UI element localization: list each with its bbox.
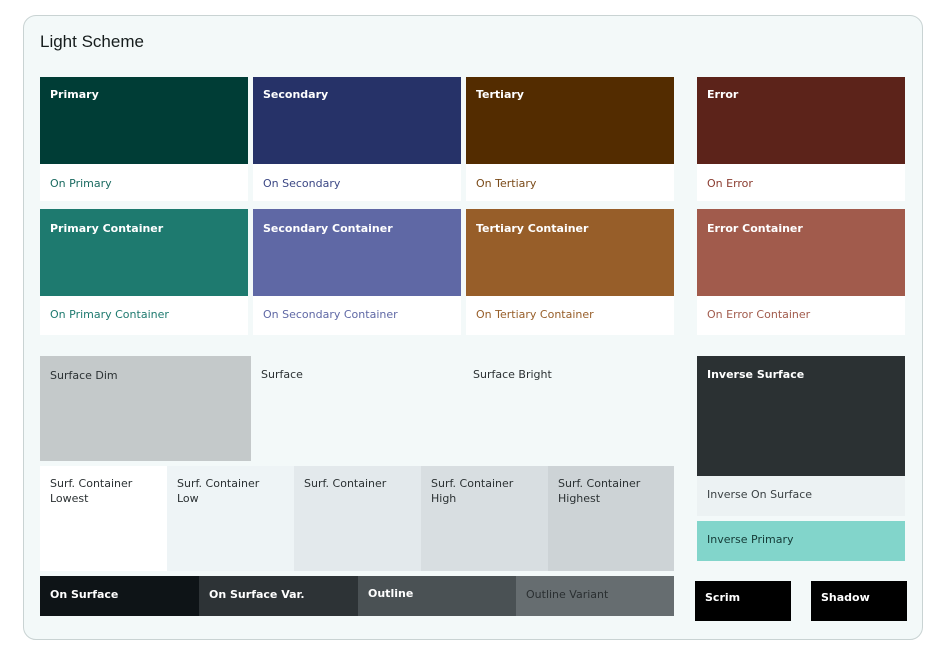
swatch-container-low[interactable]: Surf. Container Low xyxy=(167,466,294,571)
swatch-tertiary[interactable]: Tertiary xyxy=(466,77,674,164)
swatch-inverse-on-surface[interactable]: Inverse On Surface xyxy=(697,476,905,516)
swatch-container-high[interactable]: Surf. Container High xyxy=(421,466,548,571)
swatch-on-error[interactable]: On Error xyxy=(697,164,905,201)
swatch-secondary[interactable]: Secondary xyxy=(253,77,461,164)
swatch-container[interactable]: Surf. Container xyxy=(294,466,421,571)
swatch-container-lowest[interactable]: Surf. Container Lowest xyxy=(40,466,167,571)
page-title: Light Scheme xyxy=(40,32,144,51)
swatch-tertiary-container[interactable]: Tertiary Container xyxy=(466,209,674,296)
swatch-on-secondary[interactable]: On Secondary xyxy=(253,164,461,201)
swatch-on-primary[interactable]: On Primary xyxy=(40,164,248,201)
swatch-surface-dim[interactable]: Surface Dim xyxy=(40,356,251,461)
swatch-on-tertiary[interactable]: On Tertiary xyxy=(466,164,674,201)
swatch-on-surface[interactable]: On Surface xyxy=(40,576,199,616)
swatch-on-error-container[interactable]: On Error Container xyxy=(697,296,905,335)
swatch-scrim[interactable]: Scrim xyxy=(695,581,791,621)
swatch-primary-container[interactable]: Primary Container xyxy=(40,209,248,296)
swatch-inverse-surface[interactable]: Inverse Surface xyxy=(697,356,905,476)
swatch-secondary-container[interactable]: Secondary Container xyxy=(253,209,461,296)
swatch-container-highest[interactable]: Surf. Container Highest xyxy=(548,466,674,571)
swatch-surface[interactable]: Surface xyxy=(251,356,463,461)
swatch-outline-variant[interactable]: Outline Variant xyxy=(516,576,674,616)
swatch-inverse-primary[interactable]: Inverse Primary xyxy=(697,521,905,561)
swatch-primary[interactable]: Primary xyxy=(40,77,248,164)
swatch-on-tertiary-container[interactable]: On Tertiary Container xyxy=(466,296,674,335)
swatch-outline[interactable]: Outline xyxy=(358,576,516,616)
swatch-surface-bright[interactable]: Surface Bright xyxy=(463,356,674,461)
swatch-on-primary-container[interactable]: On Primary Container xyxy=(40,296,248,335)
swatch-on-surface-variant[interactable]: On Surface Var. xyxy=(199,576,358,616)
swatch-error-container[interactable]: Error Container xyxy=(697,209,905,296)
swatch-shadow[interactable]: Shadow xyxy=(811,581,907,621)
swatch-error[interactable]: Error xyxy=(697,77,905,164)
swatch-on-secondary-container[interactable]: On Secondary Container xyxy=(253,296,461,335)
